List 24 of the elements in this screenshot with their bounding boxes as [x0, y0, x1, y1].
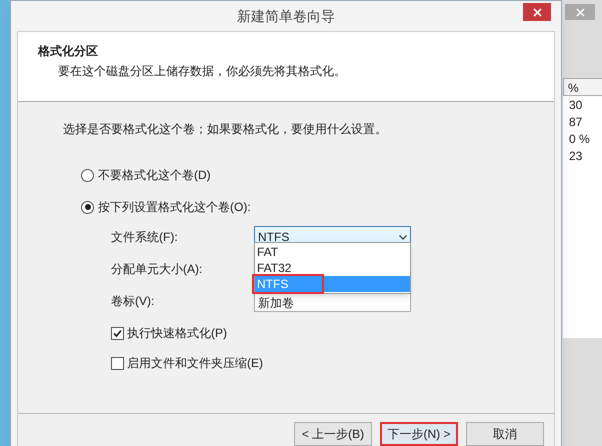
table-cell-text: 23: [568, 148, 584, 164]
window-title: 新建简单卷向导: [237, 6, 335, 26]
radio-option[interactable]: 按下列设置格式化这个卷(O):: [81, 198, 554, 216]
dropdown-item[interactable]: FAT32: [255, 260, 410, 276]
wizard-button[interactable]: 下一步(N) >: [380, 422, 458, 446]
header-subtitle: 要在这个磁盘分区上储存数据，你必须先将其格式化。: [57, 63, 347, 80]
field-label: 分配单元大小(A):: [111, 261, 204, 278]
wizard-button[interactable]: < 上一步(B): [294, 422, 372, 446]
table-cell-text: 87: [568, 114, 584, 130]
table-cell-text: 30: [568, 97, 584, 113]
field-label: 卷标(V):: [111, 293, 156, 310]
close-button[interactable]: [523, 3, 551, 21]
instruction-text: 选择是否要格式化这个卷；如果要格式化，要使用什么设置。: [63, 121, 388, 138]
table-cell-text: 0 %: [568, 131, 591, 147]
close-icon: [532, 8, 542, 16]
checkbox-option[interactable]: 启用文件和文件夹压缩(E): [111, 354, 554, 372]
checkbox-option[interactable]: 执行快速格式化(P): [111, 324, 554, 342]
chevron-down-icon: [399, 234, 407, 240]
highlight-frame: [252, 274, 324, 294]
radio-option[interactable]: 不要格式化这个卷(D): [81, 166, 554, 184]
header-title: 格式化分区: [38, 43, 99, 60]
wizard-button[interactable]: 取消: [466, 422, 544, 446]
column-header[interactable]: %: [563, 78, 602, 96]
field-label: 文件系统(F):: [111, 229, 179, 246]
